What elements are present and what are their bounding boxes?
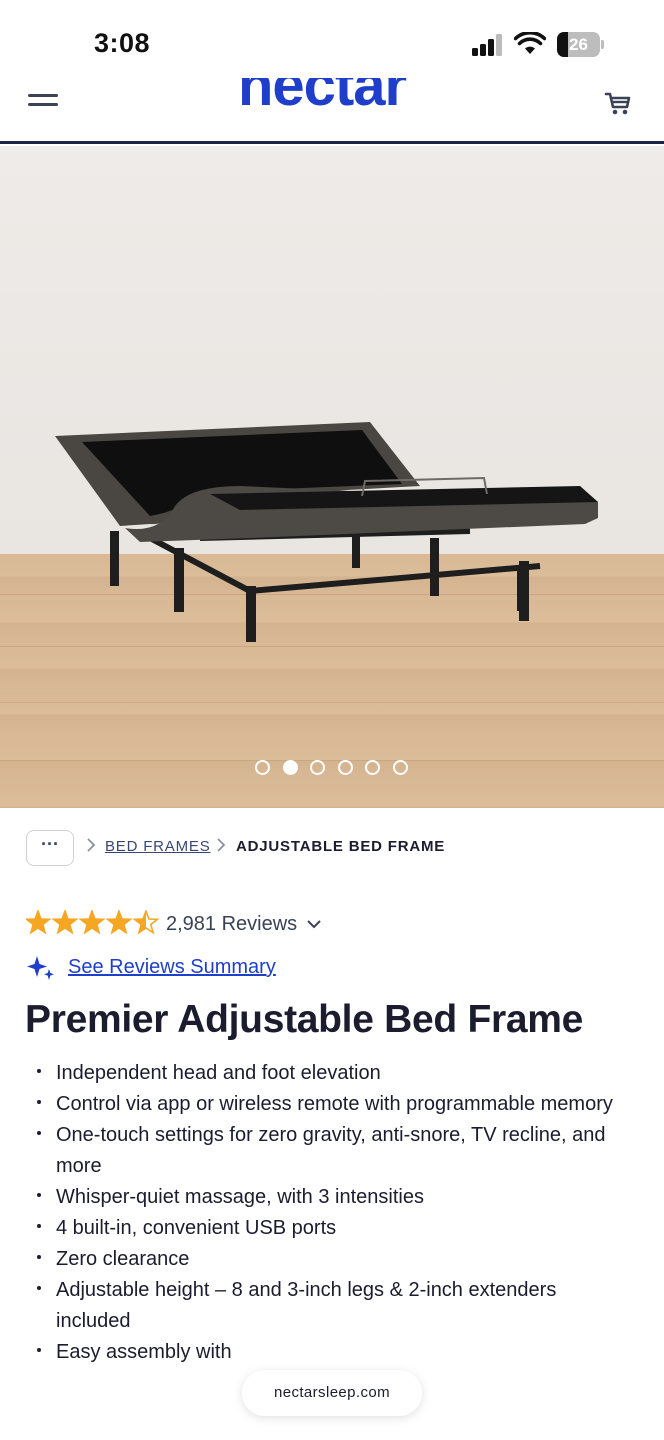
see-reviews-summary-link[interactable]: See Reviews Summary: [68, 956, 276, 979]
product-hero-image[interactable]: [0, 146, 664, 808]
carousel-dot[interactable]: [310, 760, 326, 775]
chevron-right-icon: [87, 838, 96, 852]
bed-frame-illustration: [55, 422, 598, 642]
url-text: nectarsleep.com: [273, 1384, 391, 1401]
rating-row[interactable]: 2,981 Reviews: [26, 910, 346, 940]
star-fill: [107, 911, 131, 933]
carousel-dots: [255, 760, 415, 776]
star-fill: [53, 911, 77, 933]
feature-item: Control via app or wireless remote with …: [30, 1089, 630, 1120]
hamburger-menu-button[interactable]: [28, 92, 60, 112]
feature-item: Zero clearance: [30, 1244, 630, 1275]
status-bar: 3:08 26: [0, 0, 664, 78]
product-title: Premier Adjustable Bed Frame: [25, 998, 584, 1041]
site-header: nectar: [0, 78, 664, 144]
cellular-signal-icon: [472, 34, 504, 56]
star-fill: [26, 911, 50, 933]
carousel-dot[interactable]: [365, 760, 381, 775]
carousel-dot[interactable]: [282, 760, 298, 775]
nectar-logo[interactable]: nectar: [238, 78, 407, 119]
chevron-down-icon[interactable]: [306, 916, 322, 932]
chevron-right-icon: [217, 838, 226, 852]
carousel-dot[interactable]: [255, 760, 270, 775]
star-rating: [26, 910, 160, 935]
breadcrumb: ··· BED FRAMES ADJUSTABLE BED FRAME: [26, 828, 646, 866]
reviews-count[interactable]: 2,981 Reviews: [166, 913, 297, 936]
breadcrumb-current: ADJUSTABLE BED FRAME: [236, 838, 446, 855]
breadcrumb-bed-frames-link[interactable]: BED FRAMES: [105, 838, 211, 855]
feature-item: Whisper-quiet massage, with 3 intensitie…: [30, 1182, 630, 1213]
wifi-icon: [514, 32, 546, 54]
feature-item: 4 built-in, convenient USB ports: [30, 1213, 630, 1244]
feature-item: Independent head and foot elevation: [30, 1058, 630, 1089]
feature-list: Independent head and foot elevation Contr…: [30, 1058, 630, 1368]
feature-item: Easy assembly with: [30, 1337, 630, 1368]
feature-item: One-touch settings for zero gravity, ant…: [30, 1120, 630, 1182]
star-fill: [80, 911, 104, 933]
battery-percent: 26: [569, 35, 588, 54]
carousel-dot[interactable]: [337, 760, 353, 775]
carousel-dot[interactable]: [393, 760, 408, 775]
sparkle-icon: [27, 956, 54, 980]
browser-url-bar[interactable]: nectarsleep.com: [242, 1370, 422, 1416]
cart-icon[interactable]: [604, 90, 632, 116]
reviews-summary[interactable]: See Reviews Summary: [26, 954, 326, 986]
breadcrumb-more-button[interactable]: ···: [26, 830, 74, 866]
status-time: 3:08: [94, 28, 151, 58]
battery-icon: 26: [557, 32, 605, 57]
feature-item: Adjustable height – 8 and 3-inch legs & …: [30, 1275, 630, 1337]
